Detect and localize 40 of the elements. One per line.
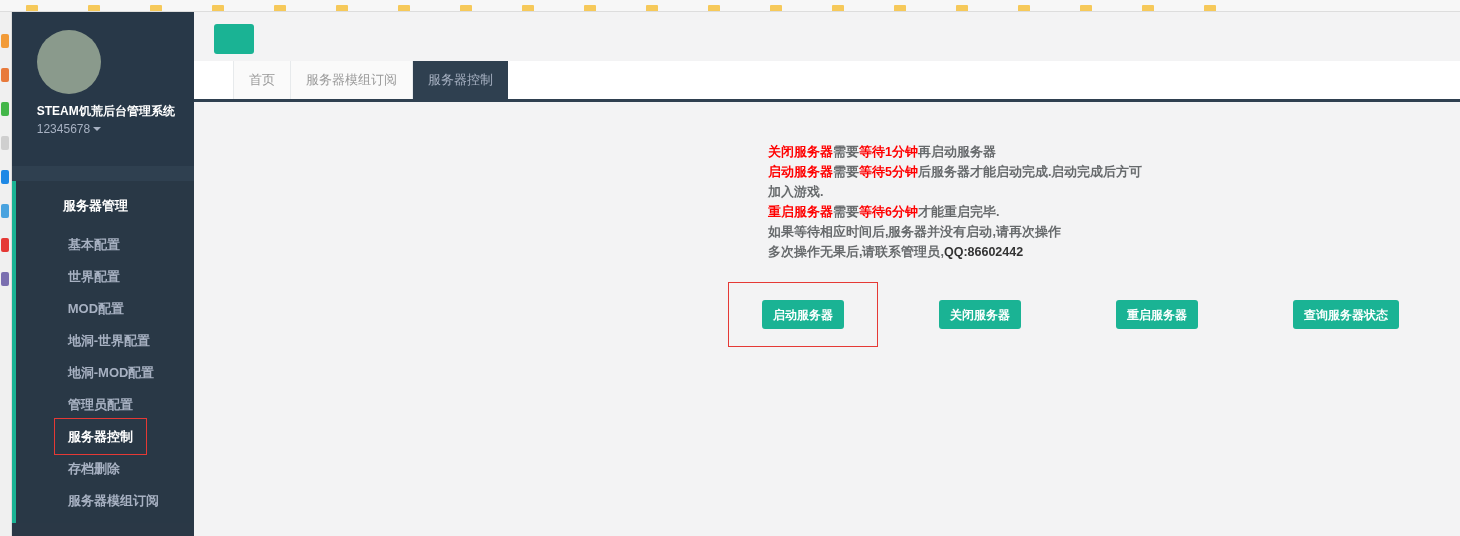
folder-icon[interactable]	[832, 5, 844, 11]
app-icon[interactable]	[1, 102, 10, 116]
tab[interactable]: 服务器模组订阅	[290, 61, 412, 99]
sidebar-item[interactable]: 服务器控制	[53, 417, 147, 456]
notice-line: 如果等待相应时间后,服务器并没有启动,请再次操作	[768, 223, 1062, 241]
notice-line: 多次操作无果后,请联系管理员,QQ:86602442	[768, 244, 1025, 261]
caret-icon[interactable]	[93, 127, 102, 131]
app-icon[interactable]	[1, 68, 10, 82]
notice-line: 关闭服务器需要等待1分钟再启动服务器	[768, 143, 997, 161]
folder-icon[interactable]	[1080, 5, 1092, 11]
folder-icon[interactable]	[26, 5, 38, 11]
folder-icon[interactable]	[522, 5, 534, 11]
folder-icon[interactable]	[1204, 5, 1216, 11]
tab[interactable]: 服务器控制	[412, 61, 508, 99]
menu-toggle-button[interactable]	[214, 24, 254, 54]
notice-line: 启动服务器需要等待5分钟后服务器才能启动完成.启动完成后方可加入游戏.	[768, 163, 1144, 201]
notice-line: 重启服务器需要等待6分钟才能重启完毕.	[768, 203, 1001, 221]
app-title: STEAM饥荒后台管理系统	[36, 103, 176, 120]
app-icon[interactable]	[1, 34, 10, 48]
folder-icon[interactable]	[708, 5, 720, 11]
app-icon[interactable]	[1, 238, 10, 252]
folder-icon[interactable]	[770, 5, 782, 11]
folder-icon[interactable]	[88, 5, 100, 11]
folder-icon[interactable]	[212, 5, 224, 11]
app-icon[interactable]	[1, 272, 10, 286]
folder-icon[interactable]	[1142, 5, 1154, 11]
folder-icon[interactable]	[1018, 5, 1030, 11]
account-name[interactable]: 12345678	[36, 120, 91, 138]
app-icon[interactable]	[1, 170, 10, 184]
folder-icon[interactable]	[584, 5, 596, 11]
app-icon[interactable]	[1, 204, 10, 218]
folder-icon[interactable]	[150, 5, 162, 11]
folder-icon[interactable]	[460, 5, 472, 11]
folder-icon[interactable]	[646, 5, 658, 11]
folder-icon[interactable]	[894, 5, 906, 11]
folder-icon[interactable]	[336, 5, 348, 11]
folder-icon[interactable]	[398, 5, 410, 11]
folder-icon[interactable]	[274, 5, 286, 11]
folder-icon[interactable]	[956, 5, 968, 11]
tab[interactable]: 首页	[233, 61, 290, 99]
